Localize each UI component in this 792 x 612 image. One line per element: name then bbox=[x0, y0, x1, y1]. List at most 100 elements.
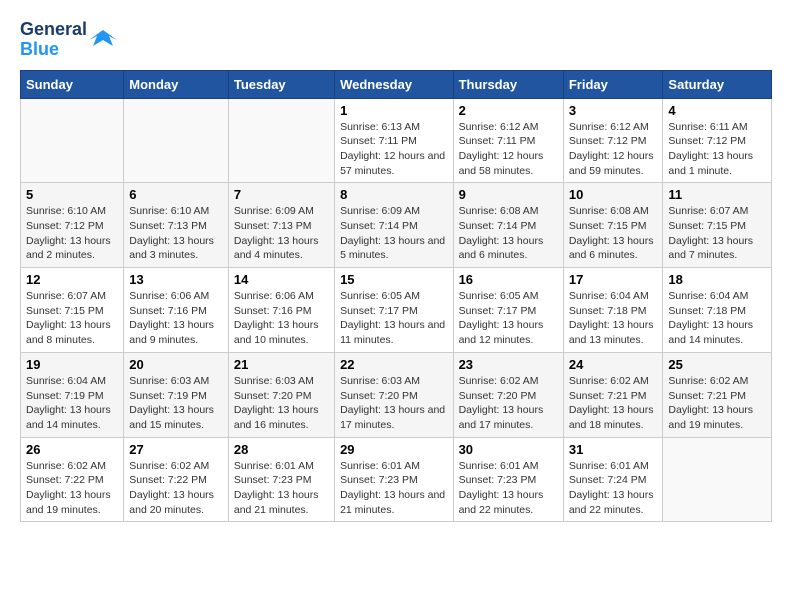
logo-container: General Blue bbox=[20, 20, 117, 60]
header-cell-friday: Friday bbox=[563, 70, 663, 98]
day-info: Sunrise: 6:10 AMSunset: 7:12 PMDaylight:… bbox=[26, 204, 118, 263]
day-info: Sunrise: 6:02 AMSunset: 7:22 PMDaylight:… bbox=[26, 459, 118, 518]
logo: General Blue bbox=[20, 20, 117, 60]
day-info: Sunrise: 6:05 AMSunset: 7:17 PMDaylight:… bbox=[459, 289, 558, 348]
day-cell: 8 Sunrise: 6:09 AMSunset: 7:14 PMDaylight… bbox=[335, 183, 453, 268]
day-number: 22 bbox=[340, 357, 447, 372]
day-number: 29 bbox=[340, 442, 447, 457]
day-number: 25 bbox=[668, 357, 766, 372]
day-cell: 3 Sunrise: 6:12 AMSunset: 7:12 PMDaylight… bbox=[563, 98, 663, 183]
day-cell: 20 Sunrise: 6:03 AMSunset: 7:19 PMDayligh… bbox=[124, 352, 229, 437]
day-number: 7 bbox=[234, 187, 329, 202]
day-cell: 29Sunrise: 6:01 AMSunset: 7:23 PMDayligh… bbox=[335, 437, 453, 522]
day-info: Sunrise: 6:09 AMSunset: 7:14 PMDaylight:… bbox=[340, 204, 447, 263]
day-number: 5 bbox=[26, 187, 118, 202]
calendar-body: 1 Sunrise: 6:13 AMSunset: 7:11 PMDaylight… bbox=[21, 98, 772, 522]
day-info: Sunrise: 6:12 AMSunset: 7:11 PMDaylight:… bbox=[459, 120, 558, 179]
day-number: 3 bbox=[569, 103, 658, 118]
page-header: General Blue bbox=[20, 20, 772, 60]
day-cell: 30 Sunrise: 6:01 AMSunset: 7:23 PMDayligh… bbox=[453, 437, 563, 522]
day-cell: 12 Sunrise: 6:07 AMSunset: 7:15 PMDayligh… bbox=[21, 268, 124, 353]
day-number: 2 bbox=[459, 103, 558, 118]
logo-bird-icon bbox=[89, 26, 117, 54]
header-cell-wednesday: Wednesday bbox=[335, 70, 453, 98]
day-number: 27 bbox=[129, 442, 223, 457]
day-cell: 28Sunrise: 6:01 AMSunset: 7:23 PMDayligh… bbox=[228, 437, 334, 522]
day-number: 18 bbox=[668, 272, 766, 287]
day-cell bbox=[663, 437, 772, 522]
week-row-5: 26 Sunrise: 6:02 AMSunset: 7:22 PMDayligh… bbox=[21, 437, 772, 522]
day-cell: 9 Sunrise: 6:08 AMSunset: 7:14 PMDaylight… bbox=[453, 183, 563, 268]
day-cell: 21 Sunrise: 6:03 AMSunset: 7:20 PMDayligh… bbox=[228, 352, 334, 437]
logo-line1: General bbox=[20, 20, 87, 40]
day-cell: 31 Sunrise: 6:01 AMSunset: 7:24 PMDayligh… bbox=[563, 437, 663, 522]
day-number: 19 bbox=[26, 357, 118, 372]
day-info: Sunrise: 6:03 AMSunset: 7:20 PMDaylight:… bbox=[340, 374, 447, 433]
day-number: 1 bbox=[340, 103, 447, 118]
day-number: 26 bbox=[26, 442, 118, 457]
day-cell bbox=[228, 98, 334, 183]
day-info: Sunrise: 6:07 AMSunset: 7:15 PMDaylight:… bbox=[26, 289, 118, 348]
day-info: Sunrise: 6:04 AMSunset: 7:18 PMDaylight:… bbox=[668, 289, 766, 348]
day-info: Sunrise: 6:02 AMSunset: 7:22 PMDaylight:… bbox=[129, 459, 223, 518]
logo-line2: Blue bbox=[20, 40, 87, 60]
day-info: Sunrise: 6:03 AMSunset: 7:20 PMDaylight:… bbox=[234, 374, 329, 433]
header-cell-monday: Monday bbox=[124, 70, 229, 98]
day-cell: 27 Sunrise: 6:02 AMSunset: 7:22 PMDayligh… bbox=[124, 437, 229, 522]
day-cell: 18 Sunrise: 6:04 AMSunset: 7:18 PMDayligh… bbox=[663, 268, 772, 353]
day-cell: 23Sunrise: 6:02 AMSunset: 7:20 PMDayligh… bbox=[453, 352, 563, 437]
day-info: Sunrise: 6:07 AMSunset: 7:15 PMDaylight:… bbox=[668, 204, 766, 263]
day-cell: 19 Sunrise: 6:04 AMSunset: 7:19 PMDayligh… bbox=[21, 352, 124, 437]
day-info: Sunrise: 6:06 AMSunset: 7:16 PMDaylight:… bbox=[234, 289, 329, 348]
day-info: Sunrise: 6:06 AMSunset: 7:16 PMDaylight:… bbox=[129, 289, 223, 348]
day-info: Sunrise: 6:02 AMSunset: 7:21 PMDaylight:… bbox=[569, 374, 658, 433]
header-cell-thursday: Thursday bbox=[453, 70, 563, 98]
day-number: 11 bbox=[668, 187, 766, 202]
day-cell bbox=[21, 98, 124, 183]
header-cell-sunday: Sunday bbox=[21, 70, 124, 98]
day-number: 20 bbox=[129, 357, 223, 372]
day-number: 15 bbox=[340, 272, 447, 287]
day-number: 10 bbox=[569, 187, 658, 202]
day-number: 30 bbox=[459, 442, 558, 457]
day-info: Sunrise: 6:13 AMSunset: 7:11 PMDaylight:… bbox=[340, 120, 447, 179]
day-number: 6 bbox=[129, 187, 223, 202]
week-row-4: 19 Sunrise: 6:04 AMSunset: 7:19 PMDayligh… bbox=[21, 352, 772, 437]
day-cell: 1 Sunrise: 6:13 AMSunset: 7:11 PMDaylight… bbox=[335, 98, 453, 183]
day-info: Sunrise: 6:04 AMSunset: 7:19 PMDaylight:… bbox=[26, 374, 118, 433]
day-number: 21 bbox=[234, 357, 329, 372]
day-info: Sunrise: 6:05 AMSunset: 7:17 PMDaylight:… bbox=[340, 289, 447, 348]
day-cell: 25Sunrise: 6:02 AMSunset: 7:21 PMDayligh… bbox=[663, 352, 772, 437]
day-cell: 13 Sunrise: 6:06 AMSunset: 7:16 PMDayligh… bbox=[124, 268, 229, 353]
day-cell: 4Sunrise: 6:11 AMSunset: 7:12 PMDaylight… bbox=[663, 98, 772, 183]
week-row-3: 12 Sunrise: 6:07 AMSunset: 7:15 PMDayligh… bbox=[21, 268, 772, 353]
day-number: 9 bbox=[459, 187, 558, 202]
day-number: 8 bbox=[340, 187, 447, 202]
day-info: Sunrise: 6:01 AMSunset: 7:24 PMDaylight:… bbox=[569, 459, 658, 518]
day-info: Sunrise: 6:08 AMSunset: 7:15 PMDaylight:… bbox=[569, 204, 658, 263]
day-cell: 17 Sunrise: 6:04 AMSunset: 7:18 PMDayligh… bbox=[563, 268, 663, 353]
week-row-2: 5 Sunrise: 6:10 AMSunset: 7:12 PMDaylight… bbox=[21, 183, 772, 268]
day-info: Sunrise: 6:12 AMSunset: 7:12 PMDaylight:… bbox=[569, 120, 658, 179]
day-info: Sunrise: 6:03 AMSunset: 7:19 PMDaylight:… bbox=[129, 374, 223, 433]
day-cell: 15 Sunrise: 6:05 AMSunset: 7:17 PMDayligh… bbox=[335, 268, 453, 353]
day-cell: 24Sunrise: 6:02 AMSunset: 7:21 PMDayligh… bbox=[563, 352, 663, 437]
day-info: Sunrise: 6:01 AMSunset: 7:23 PMDaylight:… bbox=[459, 459, 558, 518]
day-info: Sunrise: 6:11 AMSunset: 7:12 PMDaylight:… bbox=[668, 120, 766, 179]
day-number: 14 bbox=[234, 272, 329, 287]
day-number: 31 bbox=[569, 442, 658, 457]
header-cell-tuesday: Tuesday bbox=[228, 70, 334, 98]
day-cell: 14 Sunrise: 6:06 AMSunset: 7:16 PMDayligh… bbox=[228, 268, 334, 353]
day-number: 17 bbox=[569, 272, 658, 287]
day-number: 28 bbox=[234, 442, 329, 457]
day-cell bbox=[124, 98, 229, 183]
day-cell: 7Sunrise: 6:09 AMSunset: 7:13 PMDaylight… bbox=[228, 183, 334, 268]
day-cell: 10 Sunrise: 6:08 AMSunset: 7:15 PMDayligh… bbox=[563, 183, 663, 268]
day-info: Sunrise: 6:02 AMSunset: 7:20 PMDaylight:… bbox=[459, 374, 558, 433]
day-number: 13 bbox=[129, 272, 223, 287]
header-cell-saturday: Saturday bbox=[663, 70, 772, 98]
day-number: 12 bbox=[26, 272, 118, 287]
day-info: Sunrise: 6:04 AMSunset: 7:18 PMDaylight:… bbox=[569, 289, 658, 348]
day-info: Sunrise: 6:08 AMSunset: 7:14 PMDaylight:… bbox=[459, 204, 558, 263]
header-row: SundayMondayTuesdayWednesdayThursdayFrid… bbox=[21, 70, 772, 98]
